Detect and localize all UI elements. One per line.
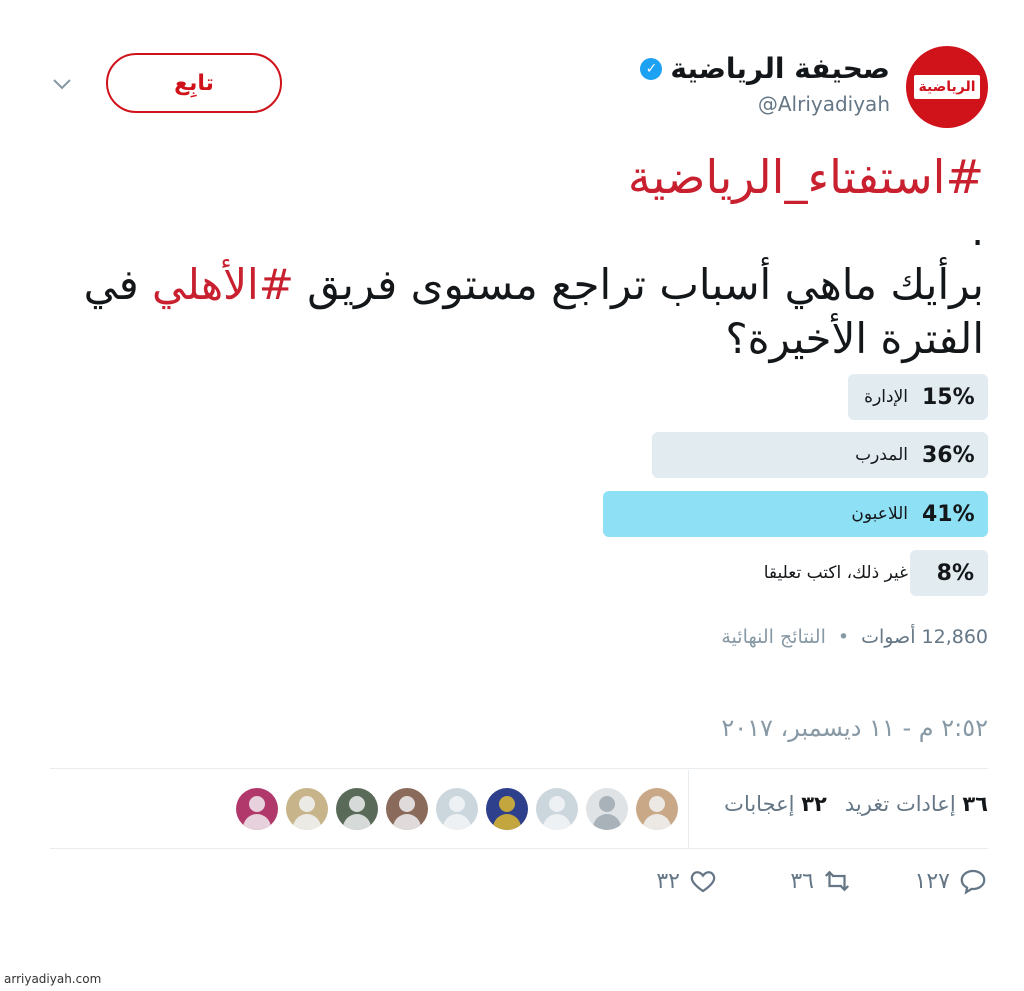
verified-badge-icon: ✓ [640, 57, 663, 80]
heart-icon [690, 871, 716, 893]
poll-option-label: الإدارة [864, 387, 908, 407]
likes-count: ٣٢ [801, 792, 827, 816]
poll-option: 36% المدرب [652, 432, 988, 478]
divider-top [50, 768, 988, 769]
poll-status: النتائج النهائية [721, 626, 826, 648]
liker-avatar[interactable] [386, 788, 428, 830]
like-count: ٣٢ [656, 868, 680, 894]
retweet-action[interactable]: ٣٦ [790, 866, 852, 896]
poll-votes: 12,860 أصوات [861, 626, 988, 648]
poll-option-label: غير ذلك، اكتب تعليقا [763, 563, 908, 583]
poll-option-label: اللاعبون [851, 504, 908, 524]
liker-avatar[interactable] [286, 788, 328, 830]
poll-option: 15% الإدارة [848, 374, 988, 420]
retweets-stat[interactable]: ٣٦ إعادات تغريد [845, 792, 988, 816]
liker-avatar[interactable] [586, 788, 628, 830]
liker-avatar[interactable] [336, 788, 378, 830]
like-action[interactable]: ٣٢ [656, 866, 718, 896]
liker-avatar[interactable] [636, 788, 678, 830]
poll-option-percent: 8% [936, 560, 974, 586]
question-text-start: برأيك ماهي أسباب تراجع مستوى فريق [293, 260, 984, 309]
tweet-dot: . [971, 209, 984, 255]
poll-option-percent: 15% [922, 384, 975, 410]
follow-button[interactable]: تابِع [106, 53, 282, 113]
tweet-stats: ٣٦ إعادات تغريد ٣٢ إعجابات [724, 792, 988, 816]
account-name-row[interactable]: صحيفة الرياضية ✓ [640, 52, 890, 85]
poll-meta-separator: • [837, 626, 850, 648]
display-name[interactable]: صحيفة الرياضية [670, 52, 890, 85]
liker-avatar[interactable] [536, 788, 578, 830]
liker-avatar[interactable] [236, 788, 278, 830]
poll-option: 41% اللاعبون [603, 491, 988, 537]
source-url: arriyadiyah.com [4, 972, 102, 986]
likes-label: إعجابات [724, 792, 795, 816]
retweets-count: ٣٦ [962, 792, 988, 816]
likes-stat[interactable]: ٣٢ إعجابات [724, 792, 827, 816]
hashtag-ahli-link[interactable]: #الأهلي [152, 260, 294, 309]
hashtag-link[interactable]: #استفتاء_الرياضية [628, 150, 984, 204]
retweets-label: إعادات تغريد [844, 792, 956, 816]
poll-option-label: المدرب [855, 445, 908, 465]
reply-count: ١٢٧ [914, 868, 950, 894]
poll-option-percent: 41% [922, 501, 975, 527]
poll-option: 8% غير ذلك، اكتب تعليقا [764, 550, 988, 596]
reply-action[interactable]: ١٢٧ [915, 866, 988, 896]
reply-icon [960, 869, 986, 895]
divider-bottom [50, 848, 988, 849]
chevron-down-icon[interactable] [50, 72, 74, 96]
liker-avatar[interactable] [436, 788, 478, 830]
account-handle[interactable]: @Alriyadiyah [758, 92, 890, 116]
retweet-count: ٣٦ [790, 868, 814, 894]
liker-avatar[interactable] [486, 788, 528, 830]
poll-option-percent: 36% [922, 442, 975, 468]
account-avatar[interactable]: الرياضية [906, 46, 988, 128]
tweet-timestamp[interactable]: ٢:٥٢ م - ١١ ديسمبر، ٢٠١٧ [721, 714, 988, 742]
poll-meta: 12,860 أصوات • النتائج النهائية [721, 626, 988, 648]
tweet-question: برأيك ماهي أسباب تراجع مستوى فريق #الأهل… [54, 258, 984, 366]
stats-divider [688, 770, 689, 848]
avatar-logo-text: الرياضية [914, 75, 980, 99]
retweet-icon [824, 870, 850, 892]
likers-avatars [236, 788, 678, 830]
